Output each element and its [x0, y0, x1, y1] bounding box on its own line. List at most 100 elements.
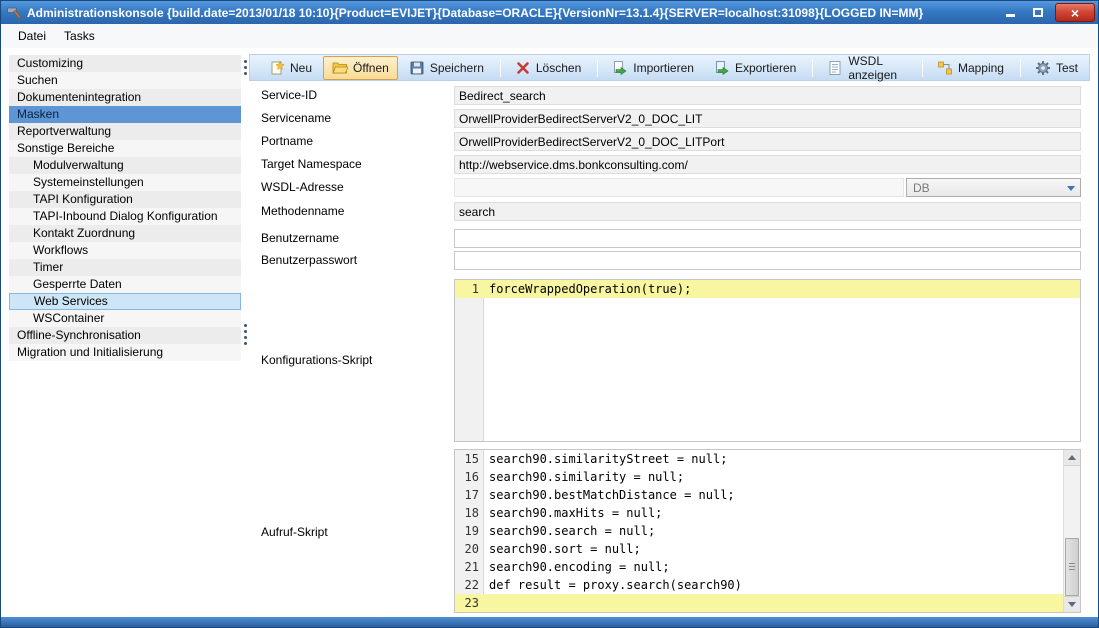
export-icon [714, 60, 730, 76]
neu-button[interactable]: Neu [260, 56, 321, 80]
code-line: 19search90.search = null; [455, 522, 1063, 540]
line-number: 21 [455, 558, 484, 576]
import-icon [612, 60, 628, 76]
window-title: Administrationskonsole {build.date=2013/… [27, 6, 923, 20]
mapping-icon [937, 60, 953, 76]
sidebar-item-timer[interactable]: Timer [9, 259, 241, 276]
line-number: 23 [455, 594, 484, 612]
delete-x-icon [515, 60, 531, 76]
methodenname-input[interactable] [454, 202, 1081, 221]
test-button[interactable]: Test [1026, 56, 1087, 80]
test-gear-icon [1035, 60, 1051, 76]
scroll-down-button[interactable] [1064, 596, 1080, 612]
importieren-button[interactable]: Importieren [603, 56, 703, 80]
toolbar-separator [597, 59, 598, 77]
toolbar: Neu Öffnen Speichern [249, 54, 1090, 81]
button-label: Mapping [958, 61, 1004, 75]
maximize-icon [1033, 8, 1043, 17]
toolbar-separator [500, 59, 501, 77]
line-number: 19 [455, 522, 484, 540]
line-number: 17 [455, 486, 484, 504]
button-label: Test [1056, 61, 1078, 75]
line-number: 1 [455, 280, 484, 298]
save-floppy-icon [409, 60, 425, 76]
mapping-button[interactable]: Mapping [928, 56, 1013, 80]
code-line: 23 [455, 594, 1063, 612]
scrollbar-thumb[interactable] [1065, 538, 1079, 596]
wsdl-source-dropdown[interactable]: DB [906, 178, 1081, 197]
scrollbar-grip-icon [1069, 563, 1075, 571]
code-text: forceWrappedOperation(true); [484, 280, 691, 298]
sidebar-item-sonstige-bereiche[interactable]: Sonstige Bereiche [9, 140, 241, 157]
code-line: 15search90.similarityStreet = null; [455, 450, 1063, 468]
button-label: Öffnen [353, 61, 389, 75]
splitter-grip-icon [244, 57, 247, 78]
close-icon: × [1071, 5, 1079, 21]
oeffnen-button[interactable]: Öffnen [323, 56, 398, 80]
sidebar-item-reportverwaltung[interactable]: Reportverwaltung [9, 123, 241, 140]
button-label: WSDL anzeigen [848, 54, 906, 82]
toolbar-separator [922, 59, 923, 77]
portname-input[interactable] [454, 132, 1081, 151]
code-text [484, 594, 489, 612]
sidebar-item-workflows[interactable]: Workflows [9, 242, 241, 259]
target-namespace-input[interactable] [454, 155, 1081, 174]
benutzername-label: Benutzername [261, 231, 339, 245]
sidebar-item-customizing[interactable]: Customizing [9, 55, 241, 72]
code-line: 1 forceWrappedOperation(true); [455, 280, 1080, 298]
sidebar-item-kontakt-zuordnung[interactable]: Kontakt Zuordnung [9, 225, 241, 242]
code-text: def result = proxy.search(search90) [484, 576, 742, 594]
sidebar-item-tapi-inbound-dialog-konfiguration[interactable]: TAPI-Inbound Dialog Konfiguration [9, 208, 241, 225]
wsdl-anzeigen-button[interactable]: WSDL anzeigen [818, 50, 915, 86]
sidebar-item-tapi-konfiguration[interactable]: TAPI Konfiguration [9, 191, 241, 208]
new-document-icon [269, 60, 285, 76]
service-id-label: Service-ID [261, 88, 317, 102]
minimize-button[interactable] [997, 3, 1024, 22]
application-window: Administrationskonsole {build.date=2013/… [0, 0, 1099, 628]
sidebar-item-migration-und-initialisierung[interactable]: Migration und Initialisierung [9, 344, 241, 361]
benutzername-input[interactable] [454, 229, 1081, 248]
call-script-editor[interactable]: 15search90.similarityStreet = null; 16se… [454, 449, 1081, 613]
code-text: search90.sort = null; [484, 540, 641, 558]
sidebar-splitter[interactable] [242, 55, 249, 611]
sidebar-item-gesperrte-daten[interactable]: Gesperrte Daten [9, 276, 241, 293]
app-icon [6, 5, 22, 21]
speichern-button[interactable]: Speichern [400, 56, 493, 80]
wsdl-document-icon [827, 60, 843, 76]
benutzerpasswort-label: Benutzerpasswort [261, 253, 357, 267]
line-number: 15 [455, 450, 484, 468]
scroll-up-button[interactable] [1064, 450, 1080, 466]
sidebar-item-offline-synchronisation[interactable]: Offline-Synchronisation [9, 327, 241, 344]
benutzerpasswort-input[interactable] [454, 251, 1081, 270]
code-text: search90.similarity = null; [484, 468, 684, 486]
sidebar-item-masken[interactable]: Masken [9, 106, 241, 123]
servicename-input[interactable] [454, 109, 1081, 128]
sidebar-item-dokumentenintegration[interactable]: Dokumentenintegration [9, 89, 241, 106]
close-button[interactable]: × [1055, 3, 1095, 22]
menu-item-datei[interactable]: Datei [9, 26, 55, 46]
sidebar-item-modulverwaltung[interactable]: Modulverwaltung [9, 157, 241, 174]
sidebar-item-systemeinstellungen[interactable]: Systemeinstellungen [9, 174, 241, 191]
code-text: search90.bestMatchDistance = null; [484, 486, 735, 504]
sidebar-item-suchen[interactable]: Suchen [9, 72, 241, 89]
exportieren-button[interactable]: Exportieren [705, 56, 805, 80]
wsdl-adresse-input [454, 178, 904, 197]
code-line: 16search90.similarity = null; [455, 468, 1063, 486]
aufruf-skript-label: Aufruf-Skript [261, 525, 328, 539]
vertical-scrollbar[interactable] [1063, 450, 1080, 612]
config-script-editor[interactable]: 1 forceWrappedOperation(true); [454, 279, 1081, 442]
toolbar-separator [1020, 59, 1021, 77]
methodenname-label: Methodenname [261, 204, 344, 218]
loeschen-button[interactable]: Löschen [506, 56, 590, 80]
code-text: search90.search = null; [484, 522, 655, 540]
sidebar-item-web-services[interactable]: Web Services [9, 293, 241, 310]
menu-bar: Datei Tasks [1, 24, 1098, 48]
maximize-button[interactable] [1024, 3, 1051, 22]
dropdown-value: DB [913, 181, 930, 195]
sidebar-item-wscontainer[interactable]: WSContainer [9, 310, 241, 327]
menu-item-tasks[interactable]: Tasks [55, 26, 104, 46]
portname-label: Portname [261, 134, 313, 148]
button-label: Importieren [633, 61, 694, 75]
code-line: 17search90.bestMatchDistance = null; [455, 486, 1063, 504]
service-id-input[interactable] [454, 86, 1081, 105]
